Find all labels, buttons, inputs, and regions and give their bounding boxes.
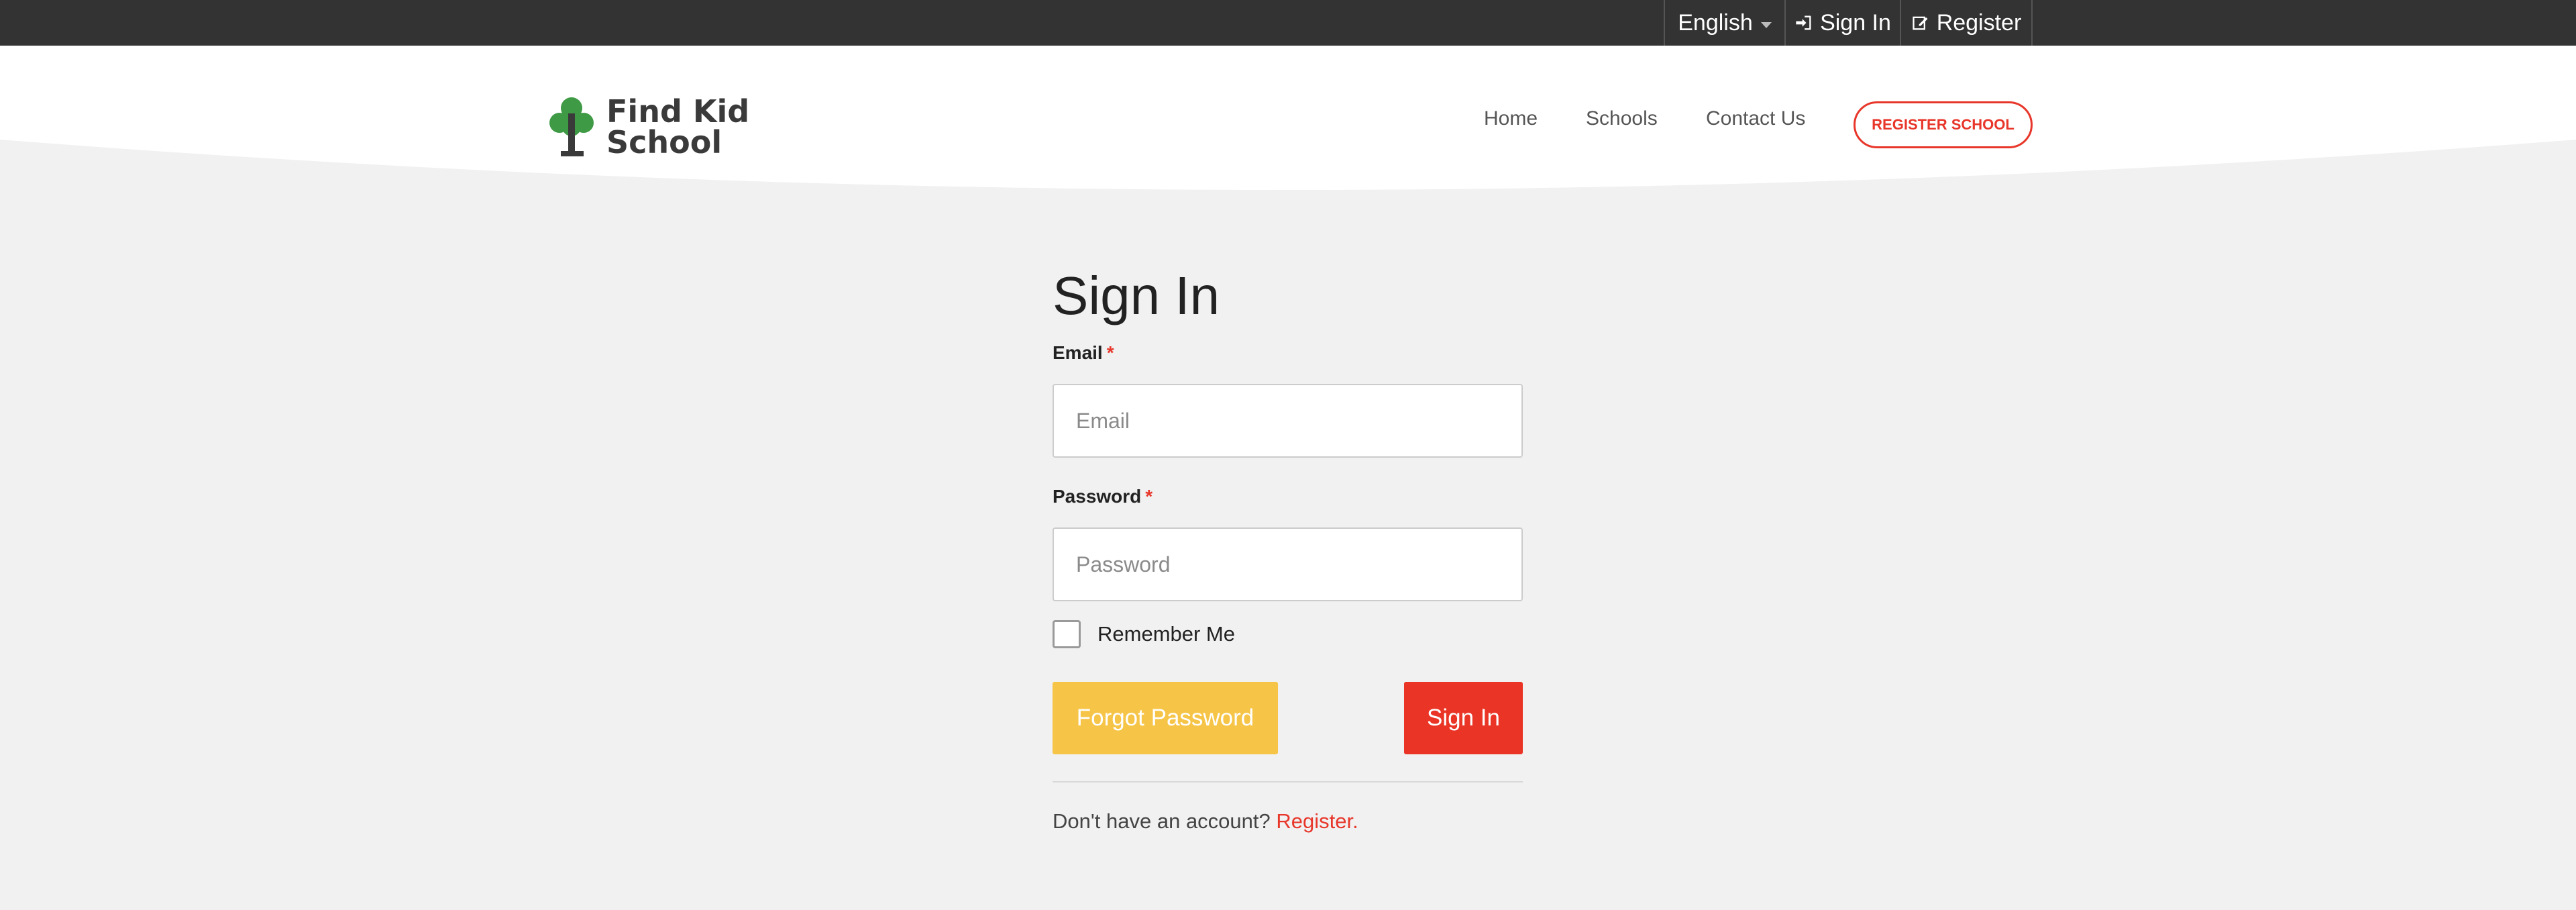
logo-line-1: Find Kid	[606, 93, 750, 130]
remember-me-label: Remember Me	[1097, 621, 1235, 646]
site-logo[interactable]: Find Kid School	[545, 90, 749, 164]
register-school-button[interactable]: REGISTER SCHOOL	[1854, 101, 2033, 148]
top-register-link[interactable]: Register	[1900, 0, 2033, 46]
site-header	[0, 46, 2576, 190]
required-marker: *	[1145, 486, 1153, 507]
top-bar: English Sign In Register	[0, 0, 2576, 46]
divider	[1053, 781, 1523, 782]
language-label: English	[1678, 9, 1753, 36]
logo-line-2: School	[606, 124, 722, 160]
top-register-label: Register	[1936, 9, 2022, 36]
email-label-text: Email	[1053, 342, 1103, 363]
email-field[interactable]	[1053, 384, 1523, 458]
password-field[interactable]	[1053, 527, 1523, 601]
sign-in-icon	[1796, 15, 1811, 30]
email-label: Email *	[1053, 342, 1114, 364]
remember-me-option[interactable]: Remember Me	[1053, 619, 1235, 649]
header-curve-background	[0, 46, 2576, 190]
nav-contact-us[interactable]: Contact Us	[1706, 107, 1805, 136]
tree-icon	[549, 97, 594, 156]
language-selector[interactable]: English	[1664, 0, 1784, 46]
nav-home[interactable]: Home	[1484, 107, 1538, 136]
remember-me-checkbox[interactable]	[1053, 619, 1081, 648]
page-title: Sign In	[1053, 266, 1220, 325]
register-prompt: Don't have an account? Register.	[1053, 809, 1358, 833]
chevron-down-icon	[1760, 21, 1772, 28]
forgot-password-button[interactable]: Forgot Password	[1053, 682, 1278, 754]
top-sign-in-link[interactable]: Sign In	[1784, 0, 1900, 46]
nav-schools[interactable]: Schools	[1586, 107, 1658, 136]
no-account-text: Don't have an account?	[1053, 809, 1271, 833]
register-link[interactable]: Register.	[1276, 809, 1358, 833]
top-sign-in-label: Sign In	[1820, 9, 1891, 36]
required-marker: *	[1106, 342, 1114, 363]
password-label: Password *	[1053, 486, 1152, 507]
edit-icon	[1913, 16, 1928, 30]
logo-text: Find Kid School	[606, 96, 749, 158]
sign-in-button[interactable]: Sign In	[1404, 682, 1523, 754]
password-label-text: Password	[1053, 486, 1142, 507]
